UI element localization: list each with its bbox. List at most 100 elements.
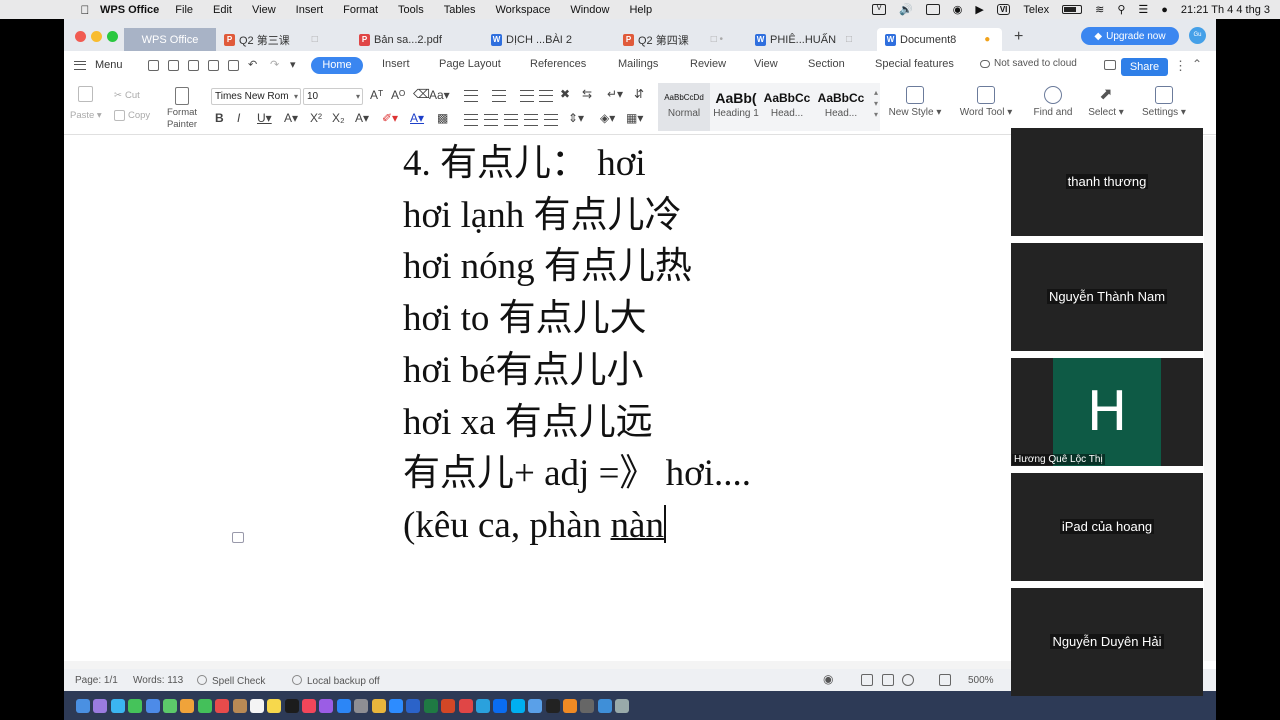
participant-tile[interactable]: Nguyễn Thành Nam [1011, 243, 1203, 351]
participant-tile[interactable]: iPad của hoang [1011, 473, 1203, 581]
new-tab-button[interactable]: + [1014, 28, 1023, 46]
web-view-icon[interactable] [902, 674, 914, 686]
borders-icon[interactable]: ▦▾ [626, 111, 643, 125]
account-avatar[interactable]: Gu [1189, 27, 1206, 44]
tab-mailings[interactable]: Mailings [618, 58, 658, 70]
tab-special-features[interactable]: Special features [875, 58, 954, 70]
eye-protection-icon[interactable]: ◉ [823, 672, 833, 686]
menu-format[interactable]: Format [343, 4, 378, 16]
menubar-app-name[interactable]: WPS Office [100, 4, 159, 16]
comment-icon[interactable] [1104, 60, 1116, 70]
control-center-icon[interactable]: ☰ [1138, 3, 1148, 16]
text-direction-icon[interactable]: ⇆ [582, 87, 592, 101]
menu-insert[interactable]: Insert [296, 4, 324, 16]
volume-icon[interactable]: 🔊 [899, 3, 913, 16]
quick-access-more-icon[interactable]: ▾ [290, 58, 296, 71]
font-color-icon[interactable]: A▾ [410, 111, 424, 125]
reminders-icon[interactable] [249, 698, 264, 713]
shading-icon[interactable]: ◈▾ [600, 111, 615, 125]
main-menu-button[interactable]: Menu [74, 59, 123, 71]
share-button[interactable]: Share [1121, 58, 1168, 76]
menu-window[interactable]: Window [570, 4, 609, 16]
facetime-icon[interactable] [197, 698, 212, 713]
finder-icon[interactable] [76, 698, 90, 713]
show-marks-icon[interactable]: ↵▾ [607, 87, 623, 101]
align-left-icon[interactable] [464, 114, 478, 126]
tab-document[interactable]: P Q2 第三课 □ [216, 28, 341, 51]
music-icon[interactable] [302, 698, 317, 713]
calendar-icon[interactable] [215, 698, 230, 713]
notes-icon[interactable] [267, 698, 282, 713]
horizontal-scrollbar[interactable] [64, 661, 1011, 669]
apple-icon[interactable]:  [70, 3, 100, 17]
clear-format-icon[interactable]: ⌫ [413, 87, 430, 101]
spell-check-toggle[interactable]: Spell Check [197, 675, 265, 687]
menu-tools[interactable]: Tools [398, 4, 424, 16]
justify-icon[interactable] [524, 114, 538, 126]
mail-icon[interactable] [145, 698, 160, 713]
word-tool-button[interactable]: Word Tool ▾ [957, 86, 1015, 119]
zoom-window-button[interactable] [107, 31, 118, 42]
tab-document-active[interactable]: W Document8 ● [877, 28, 1002, 51]
camera-icon[interactable]: ◉ [953, 3, 963, 16]
launchpad-icon[interactable] [93, 698, 108, 713]
page-count[interactable]: Page: 1/1 [75, 675, 118, 686]
distribute-icon[interactable] [544, 114, 558, 126]
align-right-icon[interactable] [504, 114, 518, 126]
appstore-icon[interactable] [336, 698, 351, 713]
zoom-icon[interactable] [389, 698, 404, 713]
word-count[interactable]: Words: 113 [133, 675, 183, 686]
style-normal[interactable]: AaBbCcDd Normal [658, 83, 710, 131]
more-options-icon[interactable]: ⋮ [1174, 58, 1187, 74]
battery-icon[interactable] [1062, 5, 1083, 14]
wifi-icon[interactable]: ≋ [1095, 3, 1104, 16]
fit-page-icon[interactable] [939, 674, 951, 686]
siri-icon[interactable]: ● [1161, 4, 1168, 16]
wps-icon[interactable] [458, 698, 473, 713]
participant-tile[interactable]: thanh thương [1011, 128, 1203, 236]
tab-page-layout[interactable]: Page Layout [439, 58, 501, 70]
contacts-icon[interactable] [232, 698, 247, 713]
print-preview-icon[interactable] [228, 60, 239, 71]
change-case-icon[interactable]: Aa▾ [429, 88, 450, 102]
photos-icon[interactable] [180, 698, 195, 713]
paste-button[interactable]: Paste ▾ [70, 110, 102, 121]
outline-view-icon[interactable] [882, 674, 894, 686]
clock[interactable]: 21:21 Th 4 4 thg 3 [1181, 4, 1270, 16]
character-shading-icon[interactable]: ▩ [437, 111, 448, 125]
paste-icon[interactable] [78, 86, 96, 102]
line-spacing-icon[interactable]: ⇕▾ [568, 111, 584, 125]
word-icon[interactable] [406, 698, 421, 713]
podcasts-icon[interactable] [319, 698, 334, 713]
text-effects-icon[interactable]: A▾ [355, 111, 369, 125]
cloud-save-status[interactable]: Not saved to cloud [980, 58, 1077, 69]
shrink-font-icon[interactable]: Aᴼ [391, 88, 405, 102]
excel-icon[interactable] [423, 698, 438, 713]
chinese-layout-icon[interactable]: ✖ [560, 87, 570, 101]
style-heading-1[interactable]: AaBb( Heading 1 [712, 83, 760, 131]
screen-share-icon[interactable] [925, 4, 940, 15]
numbering-icon[interactable] [492, 90, 506, 102]
open-folder-icon[interactable] [148, 60, 159, 71]
superscript-icon[interactable]: X² [310, 111, 322, 125]
export-pdf-icon[interactable] [188, 60, 199, 71]
powerpoint-icon[interactable] [441, 698, 456, 713]
vertical-scrollbar[interactable] [1204, 136, 1216, 661]
zoom-level[interactable]: 500% [968, 675, 994, 686]
page-view-icon[interactable] [861, 674, 873, 686]
find-replace-button[interactable]: Find and [1028, 86, 1078, 119]
chrome-icon[interactable] [371, 698, 386, 713]
tab-wps-home[interactable]: WPS Office [124, 28, 216, 51]
tab-insert[interactable]: Insert [382, 58, 410, 70]
strikethrough-icon[interactable]: A▾ [284, 111, 298, 125]
skype-icon[interactable] [510, 698, 525, 713]
input-method-badge[interactable]: VI [996, 4, 1011, 15]
vlc-icon[interactable] [562, 698, 577, 713]
zalo-icon[interactable] [493, 698, 508, 713]
tab-review[interactable]: Review [690, 58, 726, 70]
telegram-icon[interactable] [475, 698, 490, 713]
save-icon[interactable] [168, 60, 179, 71]
decrease-indent-icon[interactable] [520, 90, 534, 102]
format-painter-button[interactable]: Format Painter [164, 87, 200, 131]
search-icon[interactable]: ⚲ [1117, 3, 1125, 16]
